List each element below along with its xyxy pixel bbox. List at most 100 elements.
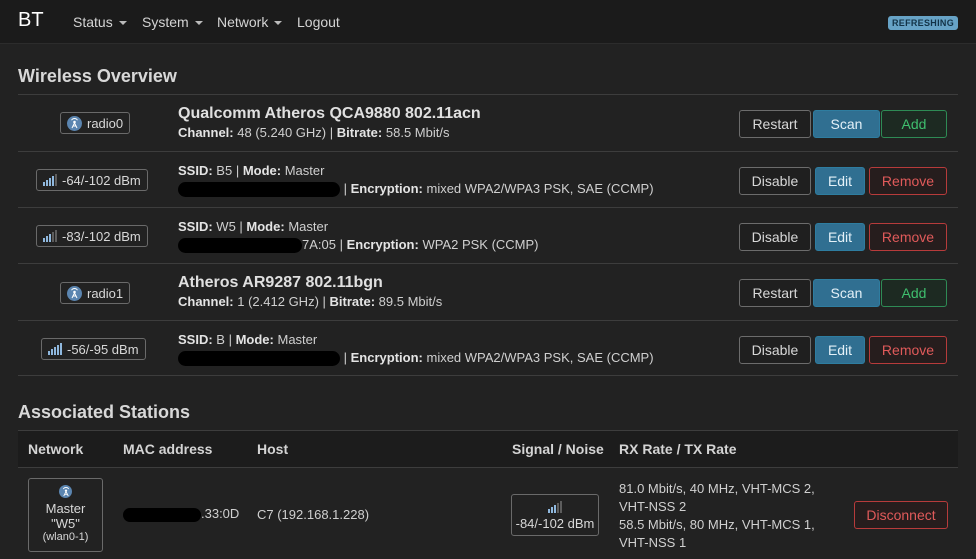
bssid-tail: 7A:05 <box>302 237 336 252</box>
associated-stations-title: Associated Stations <box>18 402 191 422</box>
chevron-down-icon <box>194 21 203 25</box>
mode-label: Mode: <box>235 332 274 347</box>
scan-button[interactable]: Scan <box>813 110 880 138</box>
station-signal-badge: -84/-102 dBm <box>511 494 599 536</box>
signal-value: -83/-102 dBm <box>62 228 141 244</box>
brand-logo[interactable]: BT <box>18 9 44 32</box>
ssid-line: SSID: W5 | Mode: Master <box>178 219 329 234</box>
radio-device-name: Atheros AR9287 802.11bgn <box>178 274 383 291</box>
mode-value: Master <box>277 332 318 347</box>
encryption-line: | Encryption: mixed WPA2/WPA3 PSK, SAE (… <box>178 350 654 367</box>
stations-table-header: Network MAC address Host Signal / Noise … <box>18 430 958 468</box>
column-mac-address: MAC address <box>123 441 213 457</box>
radio-badge-label: radio0 <box>87 115 124 131</box>
remove-button[interactable]: Remove <box>869 167 947 195</box>
ssid-value: B5 <box>216 163 233 178</box>
menu-logout-label: Logout <box>297 14 340 30</box>
signal-strength-icon <box>43 230 57 242</box>
mac-tail: .33:0D <box>201 506 240 521</box>
menu-network-label: Network <box>217 14 269 30</box>
channel-label: Channel: <box>178 125 234 140</box>
scan-button[interactable]: Scan <box>813 279 880 307</box>
redacted-bssid <box>178 351 340 367</box>
add-button[interactable]: Add <box>881 279 947 307</box>
signal-badge: -83/-102 dBm <box>36 225 148 247</box>
mode-value: Master <box>284 163 325 178</box>
rx-rate-line2: VHT-NSS 2 <box>619 499 687 514</box>
tx-rate-line1: 58.5 Mbit/s, 80 MHz, VHT-MCS 1, <box>619 517 815 532</box>
disable-button[interactable]: Disable <box>739 336 811 364</box>
ssid-label: SSID: <box>178 332 213 347</box>
restart-button[interactable]: Restart <box>739 279 811 307</box>
edit-button[interactable]: Edit <box>815 336 865 364</box>
menu-status-label: Status <box>73 14 113 30</box>
signal-strength-icon <box>548 501 562 513</box>
encryption-label: Encryption: <box>346 237 419 252</box>
channel-value: 1 (2.412 GHz) <box>237 294 319 309</box>
rx-rate-line1: 81.0 Mbit/s, 40 MHz, VHT-MCS 2, <box>619 481 815 496</box>
radio-badge-label: radio1 <box>87 285 124 301</box>
station-mac: .33:0D <box>123 506 239 522</box>
station-host: C7 (192.168.1.228) <box>257 507 370 522</box>
edit-button[interactable]: Edit <box>815 223 865 251</box>
ssid-label: SSID: <box>178 219 213 234</box>
encryption-value: WPA2 PSK (CCMP) <box>422 237 539 252</box>
signal-badge: -64/-102 dBm <box>36 169 148 191</box>
edit-button[interactable]: Edit <box>815 167 865 195</box>
bitrate-label: Bitrate: <box>336 125 383 140</box>
ssid-value: B <box>216 332 225 347</box>
mode-label: Mode: <box>242 163 282 178</box>
station-mode: Master <box>45 501 86 516</box>
tx-rate-line2: VHT-NSS 1 <box>619 535 687 550</box>
signal-value: -64/-102 dBm <box>62 172 141 188</box>
chevron-down-icon <box>274 21 283 25</box>
radio-row: radio1 Atheros AR9287 802.11bgn Channel:… <box>18 263 958 320</box>
ssid-value: W5 <box>216 219 236 234</box>
redacted-mac <box>123 507 201 522</box>
chevron-down-icon <box>118 21 127 25</box>
network-row: -56/-95 dBm SSID: B | Mode: Master | Enc… <box>18 320 958 376</box>
encryption-line: 7A:05 | Encryption: WPA2 PSK (CCMP) <box>178 237 539 254</box>
ssid-label: SSID: <box>178 163 213 178</box>
wifi-radio-icon <box>67 115 82 131</box>
bitrate-value: 89.5 Mbit/s <box>378 294 443 309</box>
signal-value: -56/-95 dBm <box>67 341 139 357</box>
station-interface: (wlan0-1) <box>42 531 89 543</box>
channel-value: 48 (5.240 GHz) <box>237 125 327 140</box>
refreshing-badge[interactable]: REFRESHING <box>888 16 958 30</box>
menu-network[interactable]: Network <box>217 14 283 30</box>
ssid-line: SSID: B | Mode: Master <box>178 332 318 347</box>
ssid-line: SSID: B5 | Mode: Master <box>178 163 325 178</box>
menu-system-label: System <box>142 14 189 30</box>
disconnect-button[interactable]: Disconnect <box>854 501 948 529</box>
menu-logout[interactable]: Logout <box>297 14 340 30</box>
menu-status[interactable]: Status <box>73 14 127 30</box>
column-rx-tx-rate: RX Rate / TX Rate <box>619 441 737 457</box>
redacted-bssid <box>178 238 302 254</box>
column-signal-noise: Signal / Noise <box>512 441 604 457</box>
wifi-radio-icon <box>67 285 82 301</box>
restart-button[interactable]: Restart <box>739 110 811 138</box>
disable-button[interactable]: Disable <box>739 167 811 195</box>
radio-badge: radio1 <box>60 282 131 304</box>
channel-label: Channel: <box>178 294 234 309</box>
column-network: Network <box>28 441 84 457</box>
column-host: Host <box>257 441 289 457</box>
mode-label: Mode: <box>246 219 285 234</box>
mode-value: Master <box>288 219 329 234</box>
signal-strength-icon <box>43 174 57 186</box>
radio-row: radio0 Qualcomm Atheros QCA9880 802.11ac… <box>18 94 958 151</box>
disable-button[interactable]: Disable <box>739 223 811 251</box>
remove-button[interactable]: Remove <box>869 223 947 251</box>
encryption-line: | Encryption: mixed WPA2/WPA3 PSK, SAE (… <box>178 181 654 198</box>
bitrate-label: Bitrate: <box>329 294 376 309</box>
radio-details: Channel: 1 (2.412 GHz) | Bitrate: 89.5 M… <box>178 294 443 309</box>
station-network-badge: Master "W5" (wlan0-1) <box>28 478 103 552</box>
radio-badge: radio0 <box>60 112 131 134</box>
top-navbar: BT Status System Network Logout REFRESHI… <box>0 0 976 44</box>
menu-system[interactable]: System <box>142 14 203 30</box>
network-row: -64/-102 dBm SSID: B5 | Mode: Master | E… <box>18 151 958 207</box>
radio-device-name: Qualcomm Atheros QCA9880 802.11acn <box>178 105 481 122</box>
add-button[interactable]: Add <box>881 110 947 138</box>
remove-button[interactable]: Remove <box>869 336 947 364</box>
